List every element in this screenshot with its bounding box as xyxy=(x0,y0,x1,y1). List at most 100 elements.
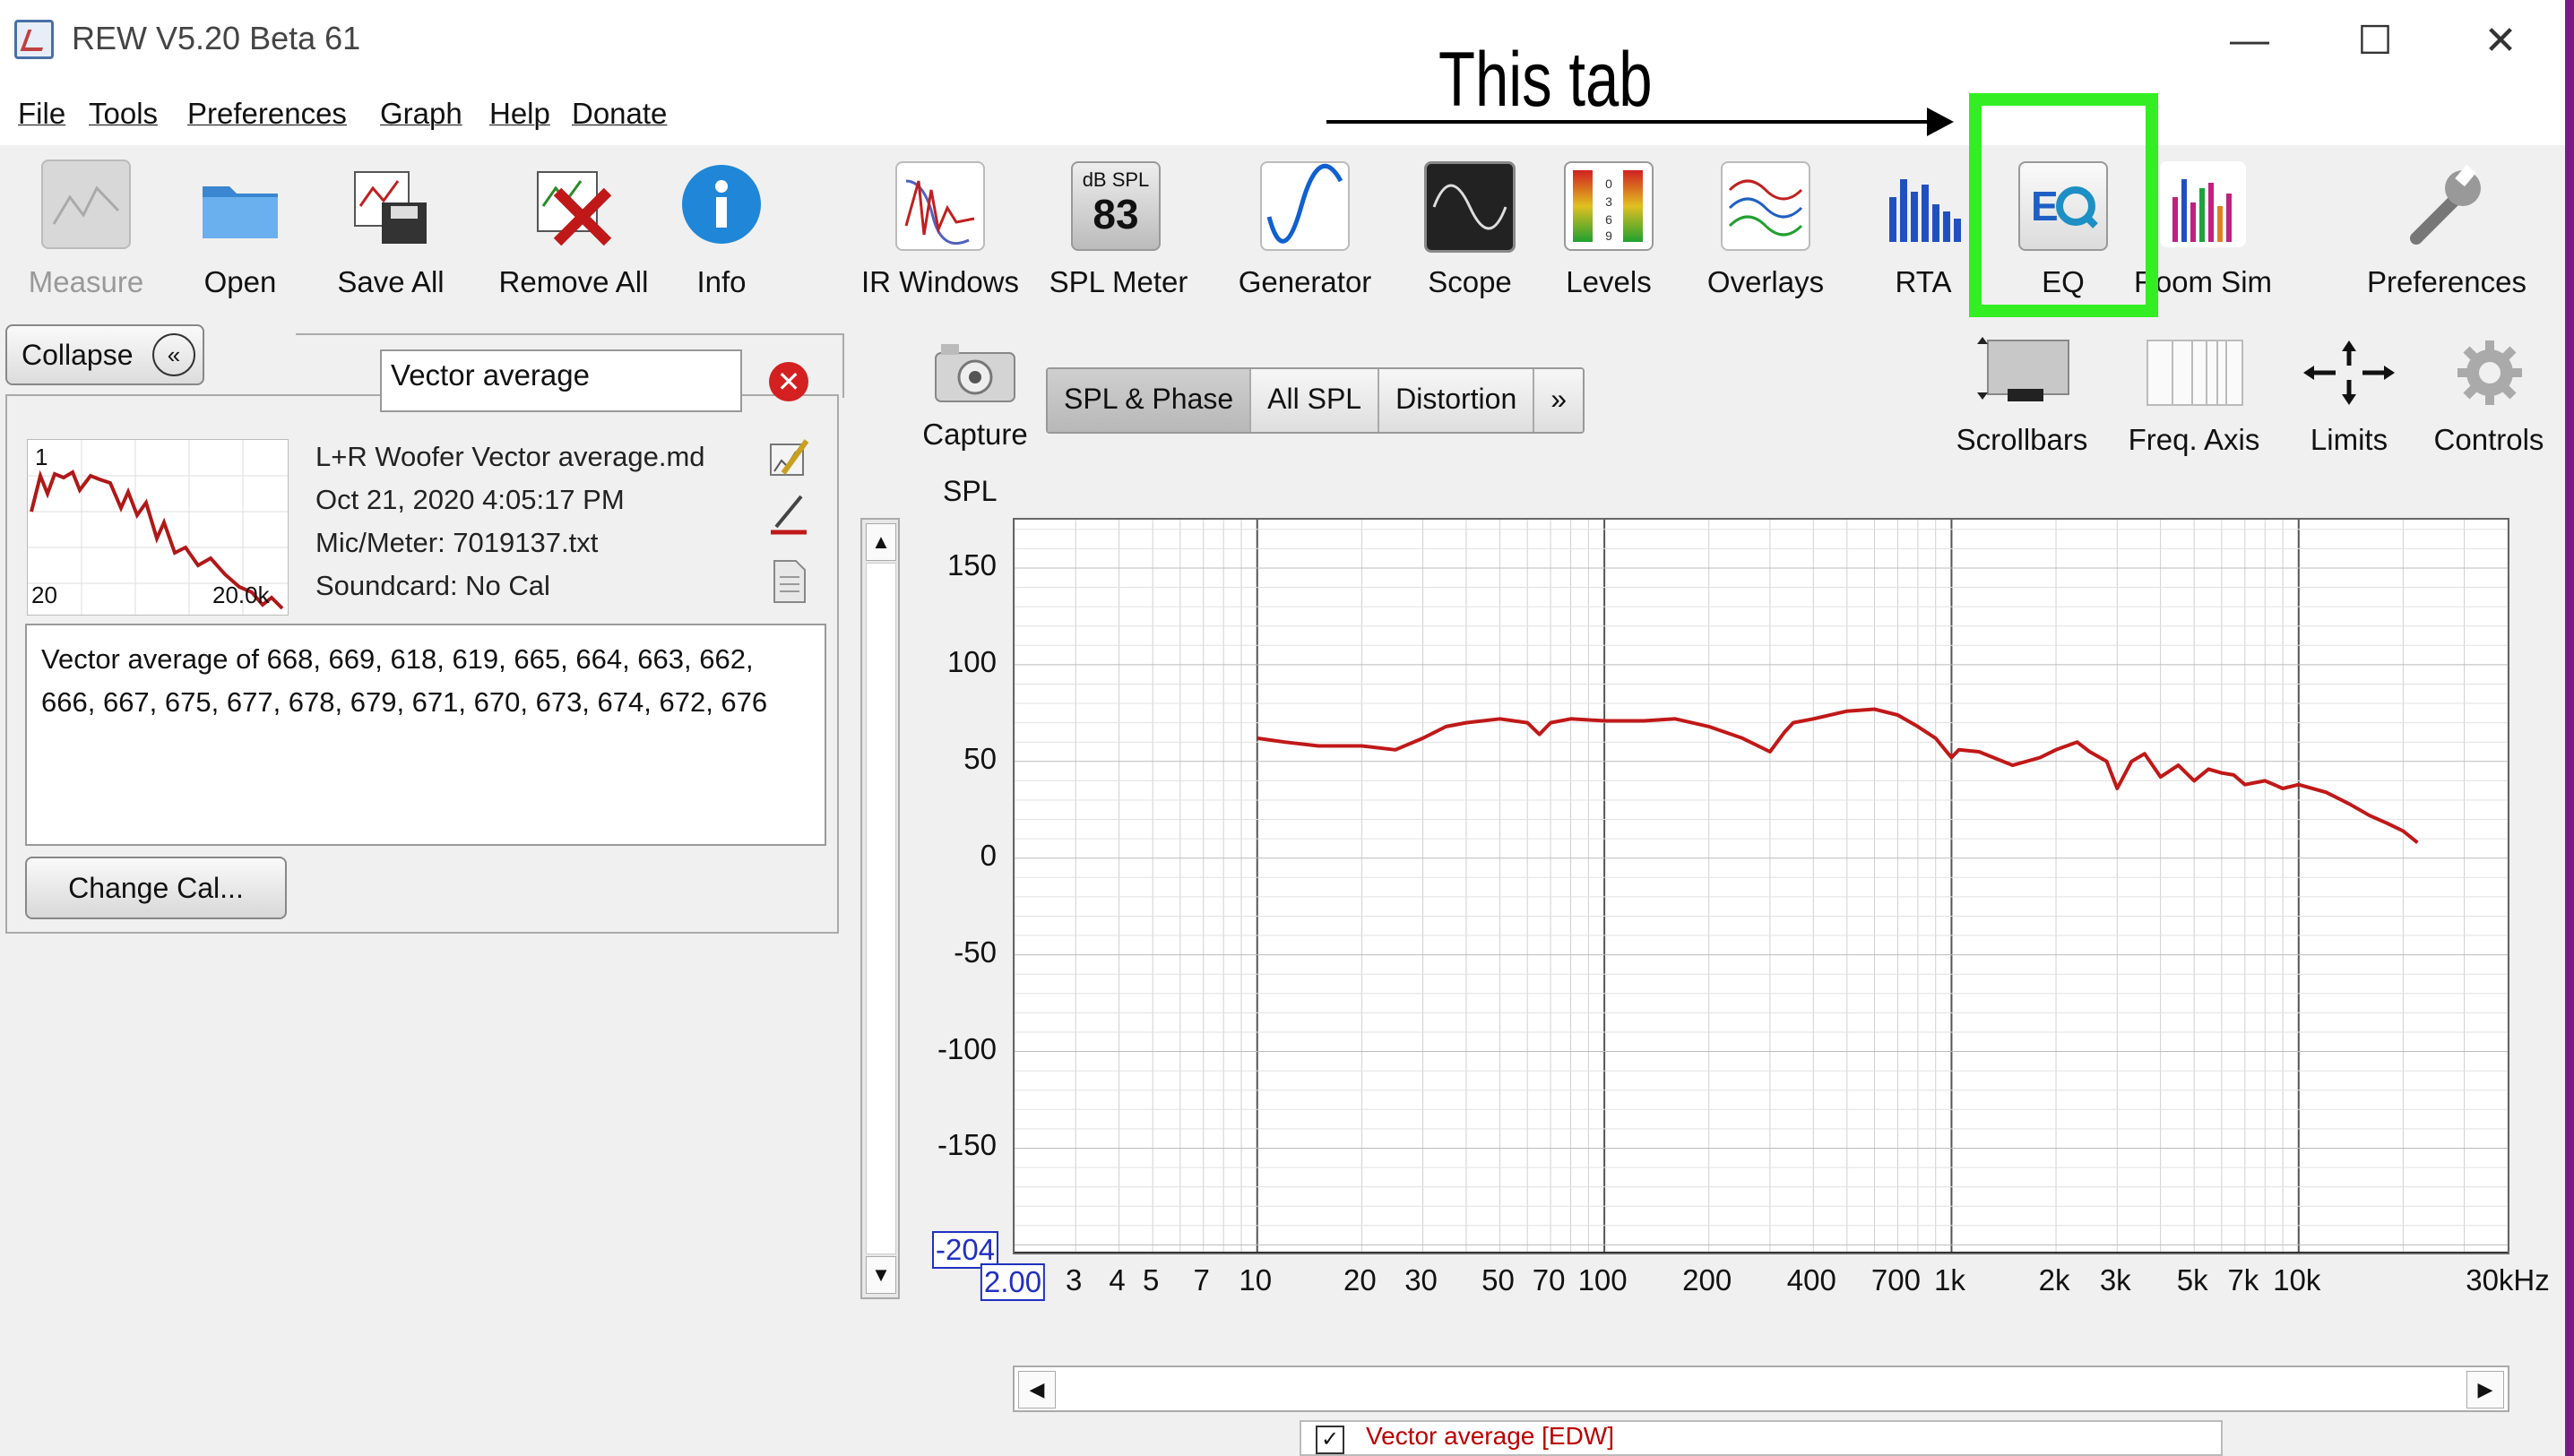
tab-more[interactable]: » xyxy=(1534,369,1584,432)
x-tick-label: 5 xyxy=(1142,1263,1160,1297)
y-tick-label: -50 xyxy=(954,935,997,969)
vertical-scroll-thumb[interactable] xyxy=(866,563,896,1254)
info-icon[interactable] xyxy=(682,165,761,244)
svg-text:0: 0 xyxy=(1605,177,1612,191)
annotation-arrow-head xyxy=(1927,108,1954,136)
legend-strip[interactable]: ✓ Vector average [EDW] xyxy=(1300,1420,2223,1456)
controls-gear-icon[interactable] xyxy=(2456,339,2524,407)
freq-axis-icon[interactable] xyxy=(2146,339,2244,407)
x-tick-label: 10k xyxy=(2273,1263,2321,1297)
rta-icon[interactable] xyxy=(1880,161,1966,247)
x-tick-label: 5k xyxy=(2176,1263,2208,1297)
scrollbars-icon[interactable] xyxy=(1968,335,2076,407)
horizontal-scrollbar[interactable]: ◀ ▶ xyxy=(1013,1366,2509,1412)
toolbar-label-overlays[interactable]: Overlays xyxy=(1707,265,1824,299)
save-all-icon[interactable] xyxy=(348,161,434,247)
toolbar-label-scope[interactable]: Scope xyxy=(1428,265,1512,299)
toolbar-label-preferences[interactable]: Preferences xyxy=(2367,265,2526,299)
menu-file[interactable]: File xyxy=(18,97,65,131)
maximize-button[interactable]: ☐ xyxy=(2339,9,2411,72)
window-edge xyxy=(2565,0,2574,1456)
menu-tools[interactable]: Tools xyxy=(89,97,158,131)
thumbnail-min-freq: 20 xyxy=(31,582,57,608)
toolbar-label-rta[interactable]: RTA xyxy=(1896,265,1952,299)
spl-plot-area[interactable] xyxy=(1013,518,2509,1254)
vertical-scrollbar[interactable]: ▲ ▼ xyxy=(860,518,900,1299)
spl-meter-icon[interactable]: dB SPL 83 xyxy=(1071,161,1161,251)
y-tick-label: 100 xyxy=(946,644,997,678)
annotation-highlight-box xyxy=(1969,93,2158,317)
x-tick-label: 7 xyxy=(1193,1263,1210,1297)
scope-icon[interactable] xyxy=(1424,161,1516,253)
wrench-icon[interactable] xyxy=(2404,161,2490,247)
scroll-right-icon[interactable]: ▶ xyxy=(2466,1371,2504,1409)
collapse-label: Collapse xyxy=(22,339,134,371)
menu-preferences[interactable]: Preferences xyxy=(187,97,347,131)
toolbar-label-info[interactable]: Info xyxy=(696,265,746,299)
room-sim-icon[interactable] xyxy=(2160,161,2246,247)
limits-arrows-icon[interactable] xyxy=(2302,340,2397,405)
y-tick-label: 0 xyxy=(980,838,997,872)
scroll-up-icon[interactable]: ▲ xyxy=(866,523,896,561)
scrollbars-label[interactable]: Scrollbars xyxy=(1956,423,2088,457)
annotation-arrow-line xyxy=(1326,120,1940,124)
collapse-button[interactable]: Collapse « xyxy=(5,324,204,385)
x-min-input[interactable]: 2.00 xyxy=(980,1263,1046,1301)
minimize-button[interactable]: — xyxy=(2214,9,2285,72)
camera-icon[interactable] xyxy=(932,340,1018,403)
legend-checkbox[interactable]: ✓ xyxy=(1316,1426,1344,1454)
toolbar-label-spl-meter[interactable]: SPL Meter xyxy=(1049,265,1188,299)
y-axis-label: SPL xyxy=(943,475,998,507)
menu-graph[interactable]: Graph xyxy=(380,97,462,131)
menu-help[interactable]: Help xyxy=(489,97,550,131)
tab-distortion[interactable]: Distortion xyxy=(1379,369,1535,432)
toolbar-label-levels[interactable]: Levels xyxy=(1566,265,1651,299)
overlays-icon[interactable] xyxy=(1721,161,1810,251)
x-tick-label: 200 xyxy=(1682,1263,1732,1297)
measurement-search-input[interactable]: Vector average xyxy=(380,349,742,412)
y-tick-label: 50 xyxy=(963,741,997,775)
toolbar-label-ir-windows[interactable]: IR Windows xyxy=(861,265,1019,299)
menu-donate[interactable]: Donate xyxy=(572,97,667,131)
svg-text:9: 9 xyxy=(1605,228,1612,243)
generator-icon[interactable] xyxy=(1260,161,1350,251)
thumbnail-index: 1 xyxy=(35,444,48,470)
spl-plot-svg xyxy=(1015,520,2508,1253)
edit-measurement-icon[interactable] xyxy=(769,437,809,477)
tab-spl-phase[interactable]: SPL & Phase xyxy=(1048,369,1252,432)
remove-all-icon[interactable] xyxy=(531,161,617,247)
ir-windows-icon[interactable] xyxy=(895,161,985,251)
svg-text:3: 3 xyxy=(1605,194,1612,209)
capture-label[interactable]: Capture xyxy=(922,418,1027,452)
scroll-left-icon[interactable]: ◀ xyxy=(1018,1371,1056,1409)
toolbar-label-save-all[interactable]: Save All xyxy=(337,265,444,299)
change-cal-button[interactable]: Change Cal... xyxy=(25,857,287,919)
freq-axis-label[interactable]: Freq. Axis xyxy=(2129,423,2260,457)
color-pen-icon[interactable] xyxy=(769,491,808,536)
measurement-notes[interactable]: Vector average of 668, 669, 618, 619, 66… xyxy=(25,624,826,846)
toolbar-label-generator[interactable]: Generator xyxy=(1239,265,1372,299)
controls-label[interactable]: Controls xyxy=(2434,423,2544,457)
y-tick-label: -150 xyxy=(937,1128,997,1162)
limits-label[interactable]: Limits xyxy=(2311,423,2388,457)
toolbar-label-measure[interactable]: Measure xyxy=(29,265,143,299)
x-tick-label: 2k xyxy=(2038,1263,2070,1297)
toolbar-label-remove-all[interactable]: Remove All xyxy=(499,265,649,299)
toolbar-label-open[interactable]: Open xyxy=(204,265,277,299)
x-tick-label: 400 xyxy=(1786,1263,1836,1297)
folder-icon[interactable] xyxy=(197,161,283,247)
scroll-down-icon[interactable]: ▼ xyxy=(866,1256,896,1294)
notes-document-icon[interactable] xyxy=(771,559,807,604)
tab-all-spl[interactable]: All SPL xyxy=(1251,369,1380,432)
measure-icon[interactable] xyxy=(41,159,131,249)
close-button[interactable]: ✕ xyxy=(2465,9,2536,72)
levels-icon[interactable]: 0 3 69 xyxy=(1564,161,1654,251)
measurement-name: L+R Woofer Vector average.md xyxy=(315,441,705,472)
thumbnail-max-freq: 20.0k xyxy=(212,582,270,608)
x-tick-label: 30 xyxy=(1404,1263,1438,1297)
clear-search-icon[interactable]: ✕ xyxy=(769,362,808,401)
x-tick-label: 30kHz xyxy=(2466,1263,2550,1297)
x-tick-label: 100 xyxy=(1577,1263,1628,1297)
measurement-thumbnail[interactable]: 1 20 20.0k xyxy=(27,439,289,616)
x-tick-label: 7k xyxy=(2227,1263,2259,1297)
